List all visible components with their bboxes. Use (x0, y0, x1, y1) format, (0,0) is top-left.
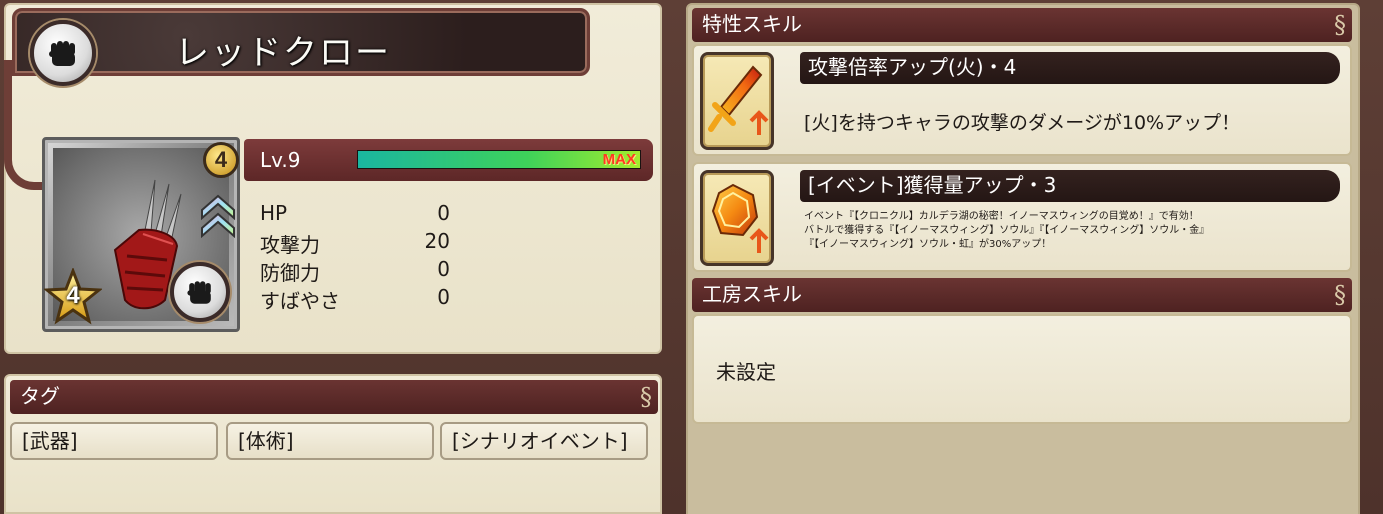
flourish-icon: § (1334, 11, 1346, 39)
level-label: Lv.9 (260, 148, 301, 172)
stat-row-defense: 防御力 0 (260, 257, 450, 285)
stat-label: HP (260, 201, 288, 225)
exp-gauge: MAX (357, 150, 641, 169)
trait-skill-header-label: 特性スキル (702, 12, 802, 36)
stat-value: 0 (437, 201, 450, 225)
stat-value: 20 (424, 229, 450, 253)
flourish-icon: § (1334, 281, 1346, 309)
workshop-skill-value: 未設定 (716, 360, 776, 384)
tag-label: [武器] (22, 429, 78, 453)
orange-gem-icon (700, 170, 774, 266)
stat-label: 攻撃力 (260, 233, 320, 257)
exp-gauge-fill (358, 151, 640, 168)
tag-item[interactable]: [体術] (226, 422, 434, 460)
weapon-level-badge: 4 (203, 142, 239, 178)
tag-item[interactable]: [武器] (10, 422, 218, 460)
stat-label: 防御力 (260, 261, 320, 285)
trait-skill-title: 攻撃倍率アップ(火)・4 (800, 52, 1340, 84)
trait-skill-header: 特性スキル § (692, 8, 1352, 42)
workshop-skill-header-label: 工房スキル (702, 282, 802, 306)
weapon-name: レッドクロー (175, 33, 391, 73)
tag-label: [シナリオイベント] (452, 429, 628, 453)
trait-skill-description: [火]を持つキャラの攻撃のダメージが10%アップ！ (804, 112, 1241, 134)
trait-skill-card[interactable]: [イベント]獲得量アップ・3 イベント『【クロニクル】カルデラ湖の秘密！イノーマ… (692, 162, 1352, 272)
workshop-skill-card[interactable]: 未設定 (692, 314, 1352, 424)
stats-list: HP 0 攻撃力 20 防御力 0 すばやさ 0 (260, 201, 450, 313)
trait-skill-card[interactable]: 攻撃倍率アップ(火)・4 [火]を持つキャラの攻撃のダメージが10%アップ！ (692, 44, 1352, 156)
workshop-skill-header: 工房スキル § (692, 278, 1352, 312)
tag-header-label: タグ (20, 384, 60, 408)
banner-decoration (4, 60, 44, 190)
stat-value: 0 (437, 285, 450, 309)
weapon-name-banner: レッドクロー (12, 8, 590, 76)
rank-up-chevron-icon (201, 194, 235, 238)
stat-row-speed: すばやさ 0 (260, 285, 450, 313)
trait-skill-description: イベント『【クロニクル】カルデラ湖の秘密！イノーマスウィングの目覚め！』で有効！… (804, 210, 1344, 252)
stat-row-attack: 攻撃力 20 (260, 229, 450, 257)
fire-sword-icon (700, 52, 774, 150)
tag-section-header: タグ § (10, 380, 658, 414)
stat-value: 0 (437, 257, 450, 281)
description-line: バトルで獲得する『【イノーマスウィング】ソウル』『【イノーマスウィング】ソウル・… (804, 225, 1210, 236)
description-line: イベント『【クロニクル】カルデラ湖の秘密！イノーマスウィングの目覚め！』で有効！ (804, 211, 1199, 222)
tag-item[interactable]: [シナリオイベント] (440, 422, 648, 460)
rank-number: 4 (66, 282, 80, 309)
level-bar: Lv.9 MAX (244, 139, 653, 181)
tag-label: [体術] (238, 429, 294, 453)
max-label: MAX (602, 151, 636, 168)
description-line: 『【イノーマスウィング】ソウル・虹』が30%アップ！ (804, 239, 1052, 250)
stat-label: すばやさ (260, 289, 340, 313)
fist-icon (170, 262, 230, 322)
flourish-icon: § (640, 383, 652, 411)
stat-row-hp: HP 0 (260, 201, 450, 229)
trait-skill-title: [イベント]獲得量アップ・3 (800, 170, 1340, 202)
fist-icon (30, 20, 96, 86)
